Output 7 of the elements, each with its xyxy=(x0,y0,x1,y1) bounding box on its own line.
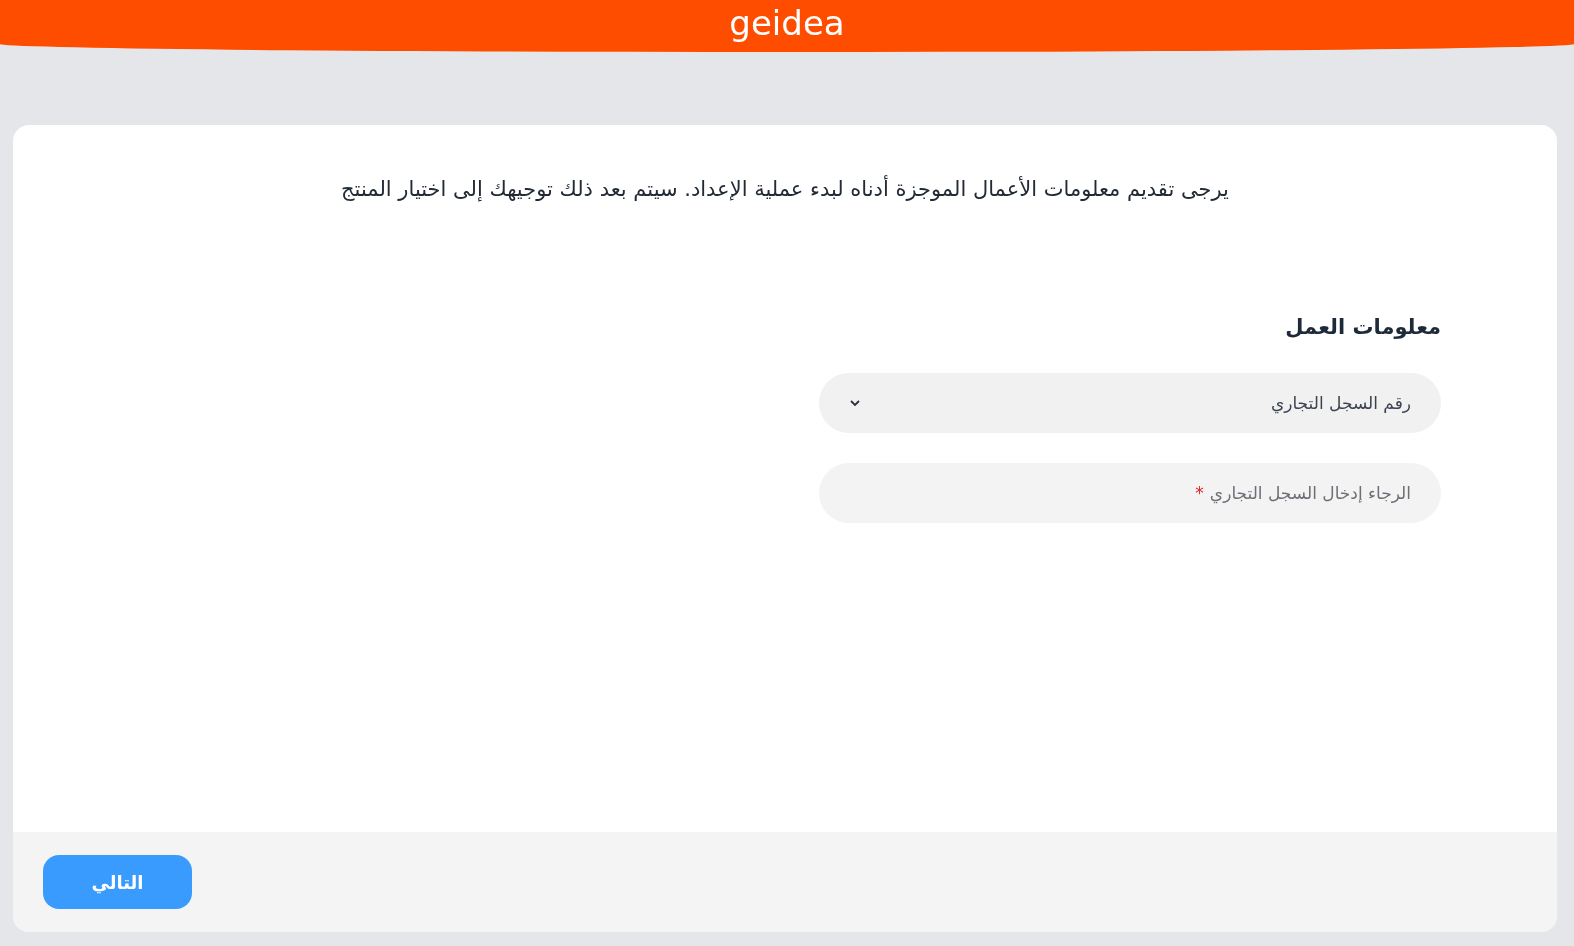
dropdown-field[interactable]: رقم السجل التجاري xyxy=(819,373,1441,433)
logo: geidea xyxy=(729,2,845,45)
intro-text: يرجى تقديم معلومات الأعمال الموجزة أدناه لبدء عملية الإعداد. سيتم بعد ذلك توجيهك إلى اختيار المنتج xyxy=(340,174,1230,204)
chevron-down-icon xyxy=(849,399,861,407)
next-button[interactable]: التالي xyxy=(43,855,192,909)
section-title: معلومات العمل xyxy=(1284,315,1441,339)
input-field[interactable]: الرجاء إدخال السجل التجاري * xyxy=(819,463,1441,523)
